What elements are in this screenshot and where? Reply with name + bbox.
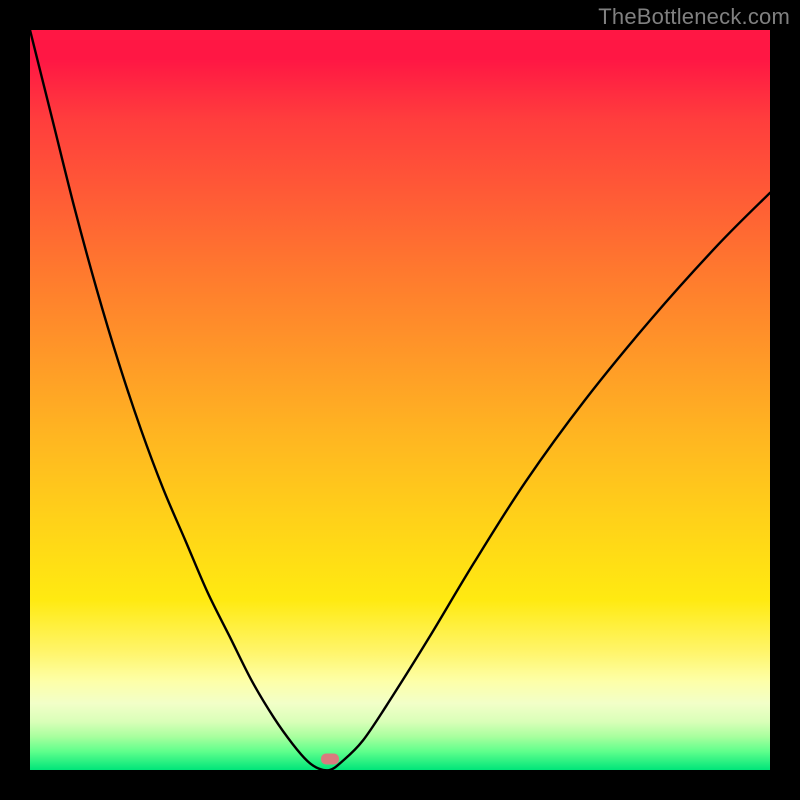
watermark-text: TheBottleneck.com bbox=[598, 4, 790, 30]
plot-area bbox=[30, 30, 770, 770]
curve-svg bbox=[30, 30, 770, 770]
bottleneck-curve bbox=[30, 30, 770, 770]
minimum-marker bbox=[321, 753, 339, 764]
chart-frame: TheBottleneck.com bbox=[0, 0, 800, 800]
